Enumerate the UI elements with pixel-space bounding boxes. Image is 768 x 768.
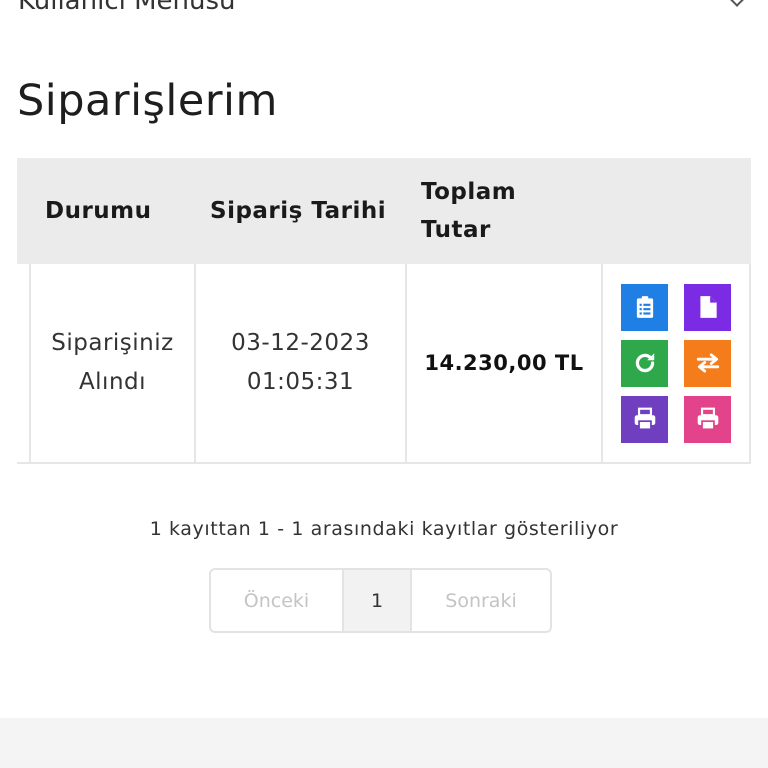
exchange-icon xyxy=(696,353,719,373)
table-header: Durumu Sipariş Tarihi Toplam Tutar xyxy=(17,158,751,264)
reorder-button[interactable] xyxy=(621,339,668,387)
header-total-line2: Tutar xyxy=(421,217,491,243)
page-title: Siparişlerim xyxy=(17,76,278,126)
pagination: Önceki 1 Sonraki xyxy=(209,568,552,633)
cell-actions xyxy=(603,264,751,462)
status-line1: Siparişiniz xyxy=(51,330,174,356)
return-exchange-button[interactable] xyxy=(684,339,731,387)
order-date: 03-12-2023 xyxy=(231,330,370,356)
order-time: 01:05:31 xyxy=(246,369,355,395)
row-gutter xyxy=(17,264,31,462)
status-line2: Alındı xyxy=(78,369,147,395)
header-status: Durumu xyxy=(45,198,152,224)
print-icon xyxy=(634,407,655,431)
pagination-page-1[interactable]: 1 xyxy=(344,570,412,631)
footer-band xyxy=(0,718,768,768)
pagination-previous-button[interactable]: Önceki xyxy=(211,570,344,631)
cell-order-date: 03-12-2023 01:05:31 xyxy=(196,264,407,462)
header-order-date: Sipariş Tarihi xyxy=(210,198,387,224)
user-menu-bar[interactable]: Kullanıcı Menüsü xyxy=(0,0,768,22)
chevron-down-icon[interactable] xyxy=(727,0,747,7)
header-actions xyxy=(603,158,751,264)
actions-grid xyxy=(621,283,731,443)
pagination-next-button[interactable]: Sonraki xyxy=(412,570,550,631)
refresh-icon xyxy=(635,353,654,373)
records-info: 1 kayıttan 1 - 1 arasındaki kayıtlar gös… xyxy=(149,518,619,540)
header-total: Toplam Tutar xyxy=(407,158,603,264)
clipboard-list-icon xyxy=(636,296,653,318)
cell-status: Siparişiniz Alındı xyxy=(31,264,196,462)
print-icon xyxy=(697,407,718,431)
table-row: Siparişiniz Alındı 03-12-2023 01:05:31 1… xyxy=(17,264,751,464)
print-order-button[interactable] xyxy=(621,395,668,443)
user-menu-label: Kullanıcı Menüsü xyxy=(18,0,236,16)
order-detail-button[interactable] xyxy=(621,283,668,331)
file-icon xyxy=(699,296,717,318)
cell-total: 14.230,00 TL xyxy=(407,264,603,462)
invoice-button[interactable] xyxy=(684,283,731,331)
print-invoice-button[interactable] xyxy=(684,395,731,443)
orders-table: Durumu Sipariş Tarihi Toplam Tutar Sipar… xyxy=(17,158,751,464)
header-total-line1: Toplam xyxy=(421,179,517,205)
